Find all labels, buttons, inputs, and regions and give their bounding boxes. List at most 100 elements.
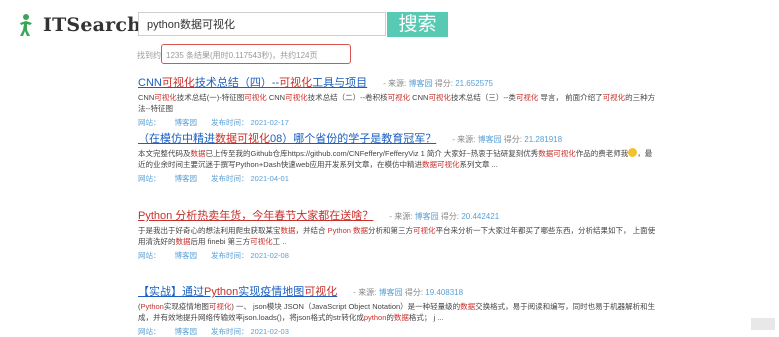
title-segment: 可视化 (161, 77, 195, 89)
snippet-line: 于是我出于好奇心的想法利用爬虫获取某宝数据，并结合 Python 数据分析和第三… (138, 225, 758, 236)
site-label: 网站： (138, 251, 161, 260)
snippet-segment: 数据 (460, 302, 476, 311)
score-label: 得分: (501, 135, 525, 144)
score-label: 得分: (438, 212, 462, 221)
snippet-segment: 技术总结（三）--类 (450, 93, 516, 102)
result-item: CNN可视化技术总结（四）--可视化工具与项目 - 来源: 博客园 得分: 21.… (138, 73, 758, 128)
publish-time-label: 发布时间： (211, 251, 249, 260)
source-name[interactable]: 博客园 (415, 212, 439, 221)
site-logo[interactable]: ITSearch (14, 13, 141, 37)
snippet-line: 本文完整代码及数据已上传至我的Github仓库https://github.co… (138, 148, 758, 159)
source-name[interactable]: 博客园 (379, 288, 403, 297)
title-segment: 08）哪个省份的学子是教育冠军？ (270, 133, 437, 145)
source-name[interactable]: 博客园 (478, 135, 502, 144)
snippet-segment: Python 数据 (327, 226, 369, 235)
snippet-segment: 用清洗好的 (138, 237, 176, 246)
snippet-segment: 技术总结(一)-特征图 (176, 93, 245, 102)
snippet-segment: 数据 (190, 149, 206, 158)
snippet-segment: 工 .. (272, 237, 287, 246)
snippet-segment: ，并结合 (295, 226, 328, 235)
snippet-line: (Python实现疫情地图可视化) 一、 json模块 JSON（JavaScr… (138, 301, 758, 312)
corner-mark (751, 318, 775, 330)
result-title-row: CNN可视化技术总结（四）--可视化工具与项目 - 来源: 博客园 得分: 21.… (138, 73, 758, 91)
snippet-segment: 可视化 (428, 93, 451, 102)
result-title-row: （在模仿中精进数据可视化08）哪个省份的学子是教育冠军？ - 来源: 博客园 得分… (138, 129, 758, 147)
site-source[interactable]: 博客园 (175, 174, 198, 183)
snippet-segment: 数据 (393, 313, 409, 322)
title-segment: Python (204, 286, 239, 298)
snippet-segment: 已上传至我的Github仓库https://github.com/CNFeffe… (205, 149, 539, 158)
snippet-segment: 的 (386, 313, 394, 322)
snippet-segment: 近的业余时间主要沉迷于撰写Python+Dash快速web应用开发系列文章，在模… (138, 160, 422, 169)
stats-prefix: 找到约 (137, 51, 161, 60)
snippet-segment: 格式； j ... (408, 313, 444, 322)
snippet-segment: 数据可视化 (538, 149, 576, 158)
result-title-row: 【实战】通过Python实现疫情地图可视化 - 来源: 博客园 得分: 19.40… (138, 282, 758, 300)
snippet-segment: 导言， 前面介绍了 (538, 93, 603, 102)
score-label: 得分: (402, 288, 426, 297)
source-name[interactable]: 博客园 (409, 79, 433, 88)
snippet-line: 法--特征图 (138, 103, 758, 114)
snippet-segment: 可视化 (387, 93, 411, 102)
snippet-segment: Python (140, 302, 164, 311)
snippet-segment: 成，并有效地提升网络传输效率json.loads()，将json格式的str转化… (138, 313, 364, 322)
result-title-link[interactable]: Python 分析热卖年货，今年春节大家都在送啥？ (138, 210, 373, 222)
snippet-segment: CNN (410, 93, 429, 102)
source-label: - 来源: (389, 212, 415, 221)
title-segment: CNN (138, 77, 162, 89)
result-item: 【实战】通过Python实现疫情地图可视化 - 来源: 博客园 得分: 19.40… (138, 282, 758, 337)
snippet-line: 近的业余时间主要沉迷于撰写Python+Dash快速web应用开发系列文章，在模… (138, 159, 758, 170)
publish-date: 2021-04-01 (250, 174, 289, 183)
site-name: ITSearch (43, 14, 142, 36)
title-segment: 工具与项目 (312, 77, 368, 89)
snippet-segment: 法--特征图 (138, 104, 173, 113)
score-value: 20.442421 (461, 212, 500, 221)
result-footer: 网站： 博客园 发布时间： 2021-04-01 (138, 173, 758, 184)
source-label: - 来源: (383, 79, 409, 88)
title-segment: 可视化 (279, 77, 313, 89)
publish-time-label: 发布时间： (211, 118, 249, 127)
snippet-line: CNN可视化技术总结(一)-特征图可视化 CNN可视化技术总结（二）--卷积核可… (138, 92, 758, 103)
title-segment: Python 分析热卖年货，今年春节大家都在送啥？ (138, 210, 374, 222)
snippet-segment: 系列文章 ... (459, 160, 498, 169)
score-label: 得分: (432, 79, 456, 88)
snippet-segment: 可视化 (285, 93, 308, 102)
snippet-segment: 于是我出于好奇心的想法利用爬虫获取某宝 (138, 226, 281, 235)
snippet-segment: 的三种方 (625, 93, 656, 102)
result-footer: 网站： 博客园 发布时间： 2021-02-08 (138, 250, 758, 261)
result-item: （在模仿中精进数据可视化08）哪个省份的学子是教育冠军？ - 来源: 博客园 得分… (138, 129, 758, 184)
result-title-row: Python 分析热卖年货，今年春节大家都在送啥？ - 来源: 博客园 得分: 2… (138, 206, 758, 224)
snippet-segment: 可视化 (602, 93, 626, 102)
score-value: 21.281918 (524, 135, 563, 144)
search-button[interactable]: 搜索 (387, 12, 448, 37)
site-source[interactable]: 博客园 (175, 327, 198, 336)
snippet-segment: 数据可视化 (422, 160, 460, 169)
search-input[interactable] (138, 12, 386, 36)
result-footer: 网站： 博客园 发布时间： 2021-02-03 (138, 326, 758, 337)
result-item: Python 分析热卖年货，今年春节大家都在送啥？ - 来源: 博客园 得分: 2… (138, 206, 758, 261)
result-footer: 网站： 博客园 发布时间： 2021-02-17 (138, 117, 758, 128)
person-icon (20, 14, 32, 36)
result-meta: - 来源: 博客园 得分: 20.442421 (389, 212, 499, 221)
snippet-line: 用清洗好的数据后用 finebi 第三方可视化工 .. (138, 236, 758, 247)
snippet-segment: 本文完整代码及 (138, 149, 191, 158)
snippet-segment: CNN (138, 93, 155, 102)
result-meta: - 来源: 博客园 得分: 21.652575 (383, 79, 493, 88)
result-meta: - 来源: 博客园 得分: 21.281918 (452, 135, 562, 144)
result-snippet: CNN可视化技术总结(一)-特征图可视化 CNN可视化技术总结（二）--卷积核可… (138, 92, 758, 114)
result-title-link[interactable]: （在模仿中精进数据可视化08）哪个省份的学子是教育冠军？ (138, 133, 436, 145)
snippet-segment: 可视化 (154, 93, 177, 102)
result-title-link[interactable]: CNN可视化技术总结（四）--可视化工具与项目 (138, 77, 367, 89)
snippet-segment: 分析和第三方 (368, 226, 414, 235)
result-meta: - 来源: 博客园 得分: 19.408318 (353, 288, 463, 297)
score-value: 21.652575 (455, 79, 494, 88)
source-label: - 来源: (452, 135, 478, 144)
site-source[interactable]: 博客园 (175, 118, 198, 127)
snippet-segment: 可视化 (413, 226, 436, 235)
publish-time-label: 发布时间： (211, 174, 249, 183)
title-segment: 技术总结（四）-- (194, 77, 280, 89)
result-title-link[interactable]: 【实战】通过Python实现疫情地图可视化 (138, 286, 337, 298)
stats-summary: 1235 条结果(用时0.117543秒)，共约124页 (166, 51, 318, 60)
site-source[interactable]: 博客园 (175, 251, 198, 260)
snippet-segment: ，最 (637, 149, 653, 158)
